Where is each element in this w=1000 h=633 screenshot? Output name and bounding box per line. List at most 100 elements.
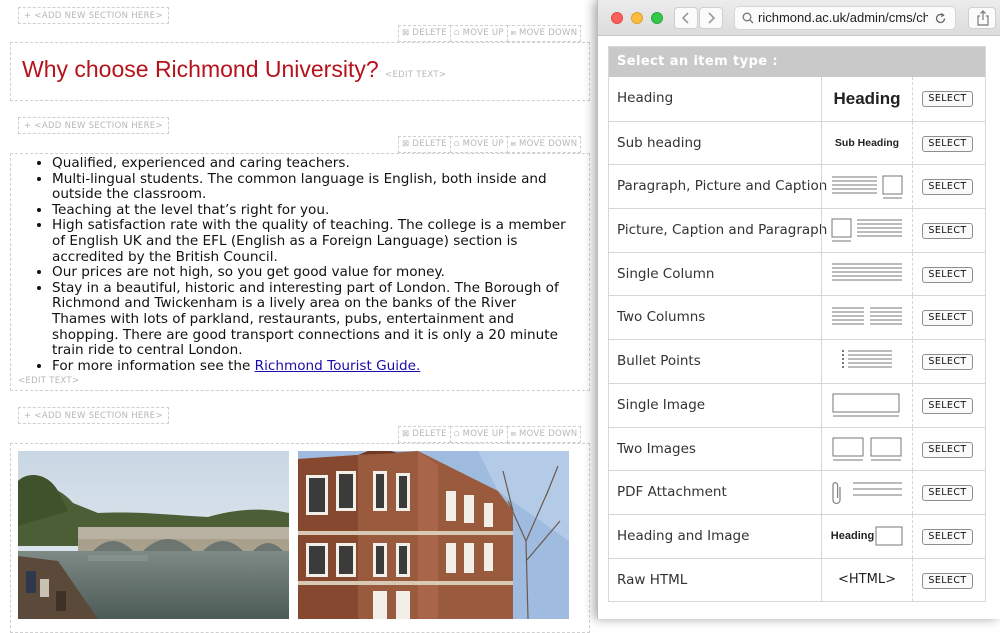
two-images-icon	[821, 427, 913, 471]
select-button[interactable]: SELECT	[922, 572, 973, 589]
select-button[interactable]: SELECT	[922, 135, 973, 152]
item-type-label: Raw HTML	[617, 571, 688, 588]
back-button[interactable]	[674, 7, 698, 29]
tourist-guide-link[interactable]: Richmond Tourist Guide.	[255, 358, 421, 374]
paragraph-picture-icon	[821, 165, 913, 209]
section-controls: ⊠ DELETE ⩍ MOVE UP ⩎ MOVE DOWN	[398, 136, 582, 153]
item-type-label: Heading and Image	[617, 527, 750, 544]
single-image-icon	[821, 383, 913, 427]
item-type-label: Sub heading	[617, 134, 702, 151]
bullet-list: Qualified, experienced and caring teache…	[14, 155, 574, 375]
selector-title: Select an item type :	[609, 47, 985, 77]
two-columns-icon	[821, 296, 913, 340]
item-type-label: Paragraph, Picture and Caption	[617, 178, 828, 195]
address-bar[interactable]: richmond.ac.uk/admin/cms/ch	[734, 6, 956, 30]
preview-text: <HTML>	[838, 572, 896, 588]
page-heading: Why choose Richmond University? <EDIT TE…	[22, 56, 446, 83]
select-button[interactable]: SELECT	[922, 179, 973, 196]
move-down-button[interactable]: ⩎ MOVE DOWN	[506, 25, 582, 42]
delete-button[interactable]: ⊠ DELETE	[398, 25, 451, 42]
select-button[interactable]: SELECT	[922, 485, 973, 502]
add-section-button[interactable]: + <ADD NEW SECTION HERE>	[18, 7, 169, 24]
list-item: For more information see the Richmond To…	[52, 357, 574, 375]
edit-text-link[interactable]: <EDIT TEXT>	[385, 70, 446, 80]
chevron-left-icon	[681, 12, 689, 24]
item-type-row: Single Image SELECT	[609, 382, 985, 427]
select-button[interactable]: SELECT	[922, 354, 973, 371]
item-type-label: Bullet Points	[617, 353, 701, 370]
item-type-row: Raw HTML <HTML> SELECT	[609, 557, 985, 602]
cms-editor: + <ADD NEW SECTION HERE> ⊠ DELETE ⩍ MOVE…	[0, 0, 600, 633]
picture-paragraph-icon	[821, 209, 913, 252]
item-type-row: PDF Attachment SELECT	[609, 470, 985, 514]
item-type-row: Single Column SELECT	[609, 251, 985, 296]
select-button[interactable]: SELECT	[922, 310, 973, 327]
item-type-row: Heading Heading SELECT	[609, 77, 985, 121]
select-button[interactable]: SELECT	[922, 266, 973, 283]
heading-image-preview: Heading	[821, 514, 913, 558]
raw-html-preview: <HTML>	[821, 558, 913, 602]
item-type-selector: Select an item type : Heading Heading SE…	[608, 46, 986, 603]
url-text: richmond.ac.uk/admin/cms/ch	[758, 10, 928, 25]
item-type-row: Two Images SELECT	[609, 426, 985, 471]
heading-preview: Heading	[821, 77, 913, 121]
item-type-row: Picture, Caption and Paragraph SELECT	[609, 208, 985, 252]
item-type-row: Sub heading Sub Heading SELECT	[609, 120, 985, 165]
sub-heading-preview: Sub Heading	[821, 121, 913, 165]
item-type-row: Two Columns SELECT	[609, 295, 985, 340]
list-item: Teaching at the level that’s right for y…	[52, 202, 574, 219]
select-button[interactable]: SELECT	[922, 91, 973, 107]
item-type-label: Two Columns	[617, 309, 706, 326]
move-up-button[interactable]: ⩍ MOVE UP	[449, 25, 508, 42]
share-icon	[977, 10, 989, 26]
select-button[interactable]: SELECT	[922, 223, 973, 240]
search-icon	[742, 12, 754, 24]
preview-text: Sub Heading	[834, 137, 900, 150]
preview-text: Heading	[833, 88, 901, 108]
move-down-button[interactable]: ⩎ MOVE DOWN	[506, 136, 582, 153]
edit-text-link[interactable]: <EDIT TEXT>	[18, 376, 79, 386]
browser-toolbar: richmond.ac.uk/admin/cms/ch	[598, 0, 1000, 36]
move-up-button[interactable]: ⩍ MOVE UP	[449, 136, 508, 153]
heading-text: Why choose Richmond University?	[22, 56, 379, 82]
paperclip-icon	[821, 471, 913, 514]
browser-window: richmond.ac.uk/admin/cms/ch Select an it…	[597, 0, 1000, 619]
maximize-window-button[interactable]	[651, 12, 663, 24]
item-type-list: Heading Heading SELECT Sub heading Sub H…	[609, 77, 985, 602]
item-type-label: Single Column	[617, 265, 715, 282]
item-type-row: Paragraph, Picture and Caption SELECT	[609, 164, 985, 209]
list-item: High satisfaction rate with the quality …	[52, 218, 574, 265]
list-item: Multi-lingual students. The common langu…	[52, 171, 574, 203]
bullet-points-icon	[821, 340, 913, 383]
delete-button[interactable]: ⊠ DELETE	[398, 426, 451, 443]
item-type-row: Bullet Points SELECT	[609, 339, 985, 383]
item-type-row: Heading and Image Heading SELECT	[609, 513, 985, 558]
single-column-icon	[821, 252, 913, 296]
list-item: Our prices are not high, so you get good…	[52, 265, 574, 281]
item-type-label: Two Images	[617, 440, 696, 457]
forward-button[interactable]	[699, 7, 723, 29]
add-section-button[interactable]: + <ADD NEW SECTION HERE>	[18, 407, 169, 424]
item-type-label: Picture, Caption and Paragraph	[617, 222, 828, 239]
share-button[interactable]	[968, 7, 996, 29]
move-up-button[interactable]: ⩍ MOVE UP	[449, 426, 508, 443]
college-building-photo	[298, 451, 569, 619]
list-item-text: For more information see the	[52, 357, 255, 374]
delete-button[interactable]: ⊠ DELETE	[398, 136, 451, 153]
add-section-button[interactable]: + <ADD NEW SECTION HERE>	[18, 117, 169, 134]
chevron-right-icon	[708, 12, 716, 24]
close-window-button[interactable]	[611, 12, 623, 24]
move-down-button[interactable]: ⩎ MOVE DOWN	[506, 426, 582, 443]
select-button[interactable]: SELECT	[922, 441, 973, 458]
minimize-window-button[interactable]	[631, 12, 643, 24]
list-item: Qualified, experienced and caring teache…	[52, 155, 574, 172]
reload-icon[interactable]	[934, 12, 947, 25]
river-bridge-photo	[18, 451, 289, 619]
section-controls: ⊠ DELETE ⩍ MOVE UP ⩎ MOVE DOWN	[398, 25, 582, 42]
list-item: Stay in a beautiful, historic and intere…	[52, 280, 574, 359]
item-type-label: Single Image	[617, 396, 706, 413]
item-type-label: PDF Attachment	[617, 484, 727, 501]
select-button[interactable]: SELECT	[922, 397, 973, 414]
select-button[interactable]: SELECT	[922, 528, 973, 545]
section-controls: ⊠ DELETE ⩍ MOVE UP ⩎ MOVE DOWN	[398, 426, 582, 443]
